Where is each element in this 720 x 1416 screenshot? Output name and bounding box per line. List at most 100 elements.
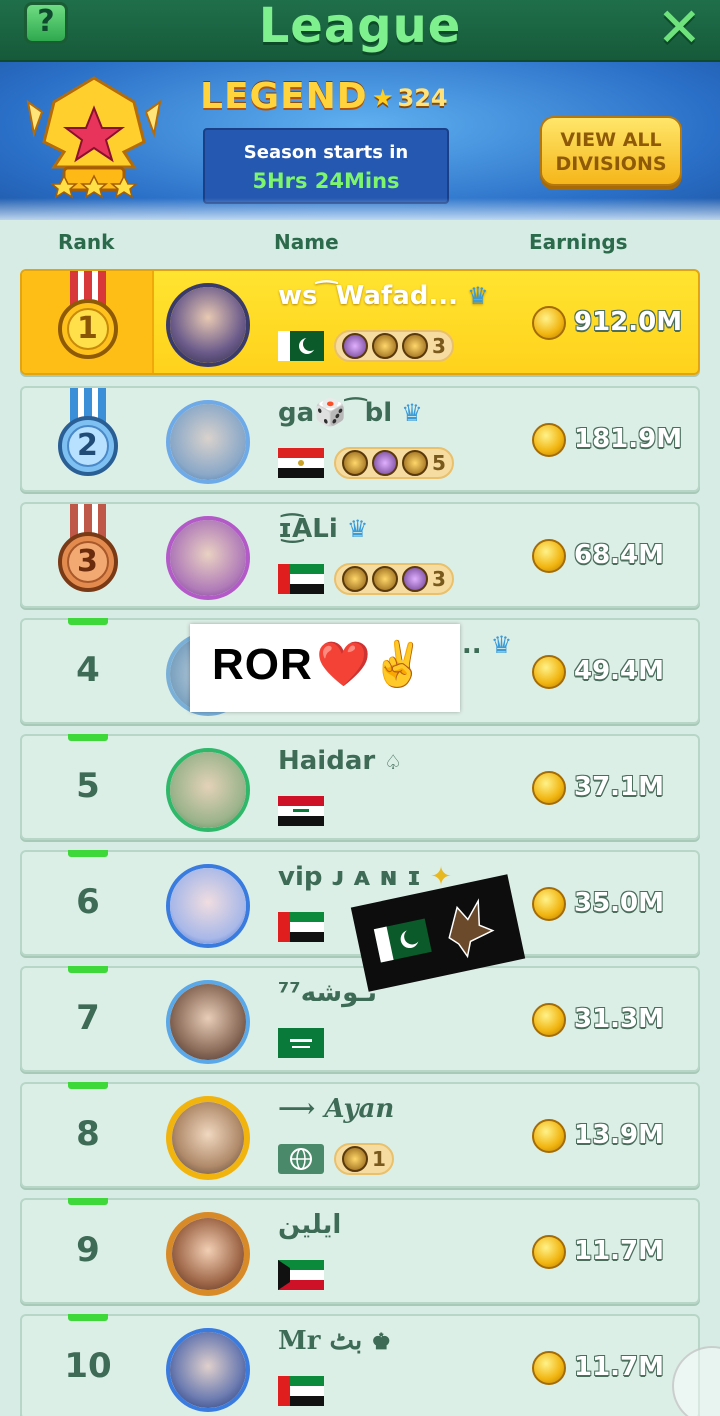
ror-sticker: ROR ❤️✌️ bbox=[190, 624, 460, 712]
close-button[interactable]: ✕ bbox=[657, 0, 702, 59]
rank-change-indicator bbox=[68, 618, 108, 625]
crown-icon: ♛ bbox=[401, 399, 423, 427]
earnings-value: 68.4M bbox=[574, 540, 665, 570]
page-title: League bbox=[258, 0, 462, 54]
column-header-name: Name bbox=[274, 230, 339, 254]
earnings-value: 49.4M bbox=[574, 656, 665, 686]
league-banner: LEGEND ★ 324 Season starts in 5Hrs 24Mins… bbox=[0, 62, 720, 220]
player-name: ايلين bbox=[278, 1210, 342, 1240]
column-header-rank: Rank bbox=[58, 230, 115, 254]
flag-pakistan-icon bbox=[278, 331, 324, 361]
rank-change-indicator bbox=[68, 1082, 108, 1089]
player-name: ⟶ Ayan bbox=[278, 1094, 395, 1124]
coin-icon bbox=[532, 1119, 566, 1153]
leaderboard-row[interactable]: 7 نـوشه⁷⁷ 31.3M bbox=[20, 966, 700, 1072]
avatar[interactable] bbox=[166, 1328, 250, 1412]
flag-uae-icon bbox=[278, 564, 324, 594]
coin-icon bbox=[532, 771, 566, 805]
coin-icon bbox=[532, 1235, 566, 1269]
avatar[interactable] bbox=[166, 283, 250, 367]
coin-icon bbox=[532, 539, 566, 573]
season-timer: Season starts in 5Hrs 24Mins bbox=[203, 128, 449, 204]
king-icon: ♚ bbox=[371, 1329, 392, 1355]
badge-group: 3 bbox=[334, 330, 454, 362]
leaderboard-row[interactable]: 9 ايلين 11.7M bbox=[20, 1198, 700, 1304]
avatar[interactable] bbox=[166, 1096, 250, 1180]
star-count: ★ 324 bbox=[372, 84, 448, 112]
heart-victory-emoji: ❤️✌️ bbox=[316, 639, 426, 690]
rank-number: 4 bbox=[76, 650, 100, 690]
coin-icon bbox=[532, 887, 566, 921]
rank-number: 1 bbox=[77, 311, 98, 346]
avatar[interactable] bbox=[166, 400, 250, 484]
leaderboard-row[interactable]: 1 ws ͡ Wafad... ♛ 3 912.0M bbox=[20, 269, 700, 375]
star-count-value: 324 bbox=[397, 84, 448, 112]
badge-count: 3 bbox=[432, 567, 446, 591]
badge-group: 5 bbox=[334, 447, 454, 479]
crown-icon: ♛ bbox=[490, 631, 513, 659]
badge-count: 3 bbox=[432, 334, 446, 358]
rank-number: 9 bbox=[76, 1230, 100, 1270]
rank-number: 2 bbox=[77, 428, 98, 463]
avatar[interactable] bbox=[166, 516, 250, 600]
leaderboard-row[interactable]: 5 Haidar ♤ 37.1M bbox=[20, 734, 700, 840]
earnings-value: 912.0M bbox=[574, 307, 683, 337]
earnings-value: 181.9M bbox=[574, 424, 683, 454]
player-name: ga🎲 ͡ bl ♛ bbox=[278, 398, 423, 428]
earnings-value: 35.0M bbox=[574, 888, 665, 918]
coin-icon bbox=[532, 655, 566, 689]
leaderboard-row[interactable]: 8 ⟶ Ayan 1 13.9M bbox=[20, 1082, 700, 1188]
badge-count: 1 bbox=[372, 1147, 386, 1171]
star-icon: ★ bbox=[372, 84, 394, 112]
avatar[interactable] bbox=[166, 864, 250, 948]
player-name: ɪ͜͡ALi ♛ bbox=[278, 514, 369, 544]
coin-icon bbox=[532, 423, 566, 457]
rank-number: 6 bbox=[76, 882, 100, 922]
rank-number: 7 bbox=[76, 998, 100, 1038]
earnings-value: 13.9M bbox=[574, 1120, 665, 1150]
avatar[interactable] bbox=[166, 980, 250, 1064]
player-name: ws ͡ Wafad... ♛ bbox=[278, 281, 489, 311]
player-name: ... ♛ bbox=[452, 630, 513, 660]
coin-icon bbox=[532, 1351, 566, 1385]
ror-sticker-text: ROR bbox=[212, 640, 313, 689]
rank-change-indicator bbox=[68, 734, 108, 741]
coin-icon bbox=[532, 1003, 566, 1037]
crown-icon: ♛ bbox=[467, 282, 489, 310]
earnings-value: 11.7M bbox=[574, 1352, 665, 1382]
badge-group: 1 bbox=[334, 1143, 394, 1175]
player-name: vip ᴊ ᴀ ɴ ɪ ✦ bbox=[278, 862, 452, 892]
badge-count: 5 bbox=[432, 451, 446, 475]
flag-saudi-arabia-icon bbox=[278, 1028, 324, 1058]
avatar[interactable] bbox=[166, 1212, 250, 1296]
legend-trophy-icon bbox=[26, 76, 162, 199]
flag-uae-icon bbox=[278, 1376, 324, 1406]
tier-label: LEGEND bbox=[200, 76, 368, 117]
leaderboard-row[interactable]: 10 Mr بٹ ♚ 11.7M bbox=[20, 1314, 700, 1416]
flag-iraq-icon bbox=[278, 796, 324, 826]
column-header-earnings: Earnings bbox=[529, 230, 628, 254]
season-countdown: 5Hrs 24Mins bbox=[252, 169, 400, 193]
leaderboard-row[interactable]: 3 ɪ͜͡ALi ♛ 3 68.4M bbox=[20, 502, 700, 608]
flag-egypt-icon bbox=[278, 448, 324, 478]
rank-change-indicator bbox=[68, 850, 108, 857]
view-all-divisions-button[interactable]: VIEW ALL DIVISIONS bbox=[540, 116, 682, 186]
title-bar: ? League ✕ bbox=[0, 0, 720, 62]
earnings-value: 11.7M bbox=[574, 1236, 665, 1266]
earnings-value: 31.3M bbox=[574, 1004, 665, 1034]
player-name: نـوشه⁷⁷ bbox=[278, 978, 378, 1008]
badge-group: 3 bbox=[334, 563, 454, 595]
flag-uae-icon bbox=[278, 912, 324, 942]
rank-change-indicator bbox=[68, 966, 108, 973]
rank-change-indicator bbox=[68, 1198, 108, 1205]
earnings-value: 37.1M bbox=[574, 772, 665, 802]
leaderboard-row[interactable]: 2 ga🎲 ͡ bl ♛ 5 181.9M bbox=[20, 386, 700, 492]
avatar[interactable] bbox=[166, 748, 250, 832]
crown-icon: ♛ bbox=[346, 515, 369, 543]
flag-kuwait-icon bbox=[278, 1260, 324, 1290]
player-name: Haidar ♤ bbox=[278, 746, 403, 776]
player-name: Mr بٹ ♚ bbox=[278, 1326, 392, 1356]
globe-icon bbox=[278, 1144, 324, 1174]
rank-change-indicator bbox=[68, 1314, 108, 1321]
spade-icon: ♤ bbox=[384, 750, 403, 774]
